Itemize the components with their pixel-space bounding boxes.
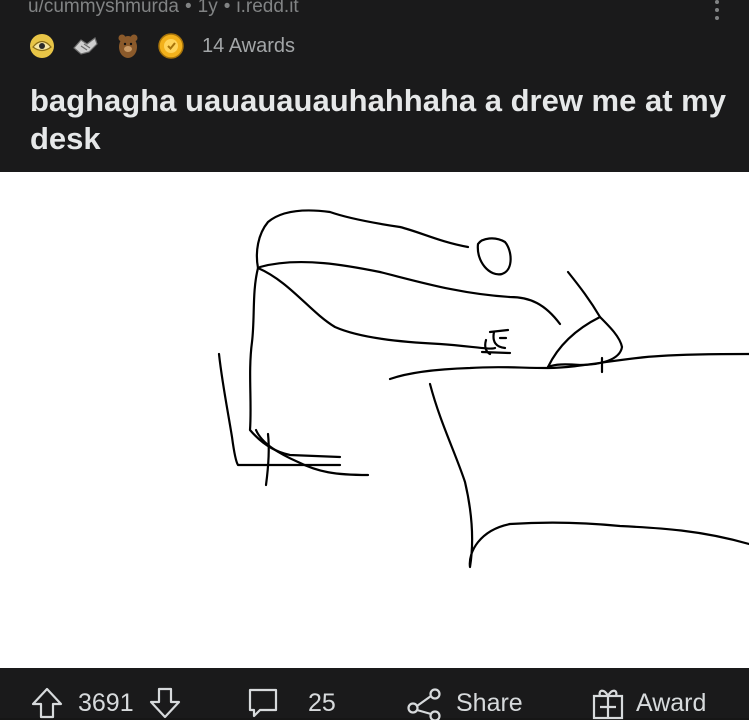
share-label: Share xyxy=(456,689,523,718)
award-button[interactable]: Award xyxy=(590,686,706,720)
vote-group: 3691 xyxy=(30,686,182,720)
author-link[interactable]: u/cummyshmurda xyxy=(28,0,179,17)
gold-medal-award-icon xyxy=(157,32,185,60)
post-meta: u/cummyshmurda • 1y • i.redd.it xyxy=(28,0,299,18)
bro-handshake-award-icon xyxy=(71,32,99,60)
meta-separator: • xyxy=(224,0,231,17)
meta-separator: • xyxy=(185,0,192,17)
downvote-arrow-icon[interactable] xyxy=(148,686,182,720)
upvote-arrow-icon[interactable] xyxy=(30,686,64,720)
post-title: baghagha uauauauauhahhaha a drew me at m… xyxy=(30,82,730,158)
post-image[interactable] xyxy=(0,172,749,668)
action-bar: 3691 25 Share Award xyxy=(0,668,749,718)
more-options-icon[interactable] xyxy=(713,0,721,20)
bear-award-icon xyxy=(114,32,142,60)
awards-row[interactable]: 14 Awards xyxy=(28,31,295,61)
drawing xyxy=(0,172,749,668)
comments-button[interactable]: 25 xyxy=(246,686,336,720)
award-count: 14 Awards xyxy=(202,35,295,58)
comment-count: 25 xyxy=(308,689,336,718)
gift-award-icon xyxy=(590,686,626,720)
domain-link[interactable]: i.redd.it xyxy=(236,0,298,17)
post-header: u/cummyshmurda • 1y • i.redd.it 14 Awards ba… xyxy=(0,0,749,172)
vote-score: 3691 xyxy=(78,689,134,718)
alpha-award-icon xyxy=(28,32,56,60)
comment-bubble-icon xyxy=(246,686,280,720)
share-button[interactable]: Share xyxy=(406,686,523,720)
award-label: Award xyxy=(636,689,706,718)
post-age: 1y xyxy=(198,0,218,17)
share-icon xyxy=(406,686,442,720)
